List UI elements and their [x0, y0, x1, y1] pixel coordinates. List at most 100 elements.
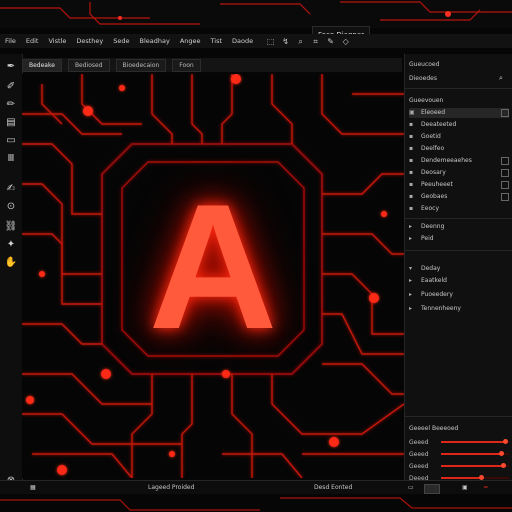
visibility-checkbox[interactable]	[501, 169, 509, 177]
circuit-board-art	[22, 74, 404, 478]
visibility-checkbox[interactable]	[501, 193, 509, 201]
slider-knob[interactable]	[500, 463, 506, 468]
chevron-right-icon: ▸	[409, 223, 413, 230]
slider-track[interactable]	[441, 475, 509, 480]
slider-row[interactable]: Geeed	[409, 462, 509, 470]
search-icon[interactable]: ⌕	[296, 37, 305, 46]
layer-thumb-icon: ▪	[409, 145, 414, 152]
document-tabs: Bedeake Bediosed Bioedecaion Foon	[22, 58, 402, 72]
slider-fill	[441, 441, 506, 443]
pencil-icon[interactable]: ✏	[4, 98, 18, 112]
menu-file[interactable]: File	[0, 37, 21, 45]
list-item[interactable]: ▸ Peid	[409, 234, 509, 244]
status-right: Desd Eonted	[314, 484, 353, 491]
layer-row[interactable]: ▣ Eleoeed	[409, 108, 509, 118]
list-item[interactable]: ▸ Puoeedery	[409, 290, 509, 300]
menu-image[interactable]: Angee	[175, 37, 206, 45]
right-panel: Gueucoed Dieoedes ⌕ Gueevouen ▣ Eleoeed …	[404, 54, 512, 484]
zoom-field[interactable]	[424, 484, 440, 494]
slider-track[interactable]	[441, 463, 509, 468]
section-toggle[interactable]: ▸ Deenng	[409, 222, 509, 232]
menu-bar: File Edit Vistle Desthey Sede Bleadhay A…	[0, 34, 512, 48]
bottom-circuit-art	[0, 497, 512, 511]
layers-header: Gueevouen	[409, 97, 444, 104]
dropper-icon[interactable]: ✍	[4, 182, 18, 196]
layer-row[interactable]: ▪ Dendemeeaehes	[409, 156, 509, 166]
visibility-checkbox[interactable]	[501, 157, 509, 165]
menu-view[interactable]: Vistle	[43, 37, 71, 45]
chevron-right-icon: ▸	[409, 235, 413, 242]
layer-label: Geobaes	[421, 193, 448, 200]
layers-icon[interactable]: ▤	[4, 116, 18, 130]
quick-tools: ⬚ ↯ ⌕ ⌗ ✎ ◇	[266, 37, 350, 46]
menu-edit[interactable]: Edit	[21, 37, 44, 45]
layer-label: Eeocy	[421, 205, 440, 212]
layer-thumb-icon: ▣	[409, 109, 415, 116]
save-icon[interactable]: ▣	[462, 481, 468, 495]
layer-row[interactable]: ▪ Geobaes	[409, 192, 509, 202]
layer-thumb-icon: ▪	[409, 121, 414, 128]
layer-label: Eleoeed	[421, 109, 446, 116]
menu-blend[interactable]: Bleadhay	[135, 37, 175, 45]
hand-icon[interactable]: ✋	[4, 256, 18, 270]
pen-icon[interactable]: ✒	[4, 60, 18, 74]
section-toggle[interactable]: ▾ Deday	[409, 264, 509, 274]
bottom-strip	[0, 494, 512, 512]
chevron-right-icon: ▸	[409, 305, 413, 312]
list-item[interactable]: ▸ Tennenheeny	[409, 304, 509, 314]
crop-icon[interactable]: ⌗	[311, 37, 320, 46]
slider-value: Geeed	[409, 462, 429, 470]
brush-icon[interactable]: ✐	[4, 80, 18, 94]
visibility-checkbox[interactable]	[501, 109, 509, 117]
chevron-down-icon: ▾	[409, 265, 413, 272]
layer-row[interactable]: ▪ Deelfeo	[409, 144, 509, 154]
select-icon[interactable]: ⬚	[266, 37, 275, 46]
item-label: Peid	[421, 235, 434, 242]
chevron-right-icon: ▸	[409, 291, 413, 298]
visibility-checkbox[interactable]	[501, 181, 509, 189]
layer-row[interactable]: ▪ Deeateeted	[409, 120, 509, 130]
slider-knob[interactable]	[499, 451, 505, 456]
layer-row[interactable]: ▪ Goetid	[409, 132, 509, 142]
eraser-icon[interactable]: ▭	[4, 134, 18, 148]
zoom-icon[interactable]: ⊙	[4, 200, 18, 214]
tab-3[interactable]: Foon	[172, 58, 201, 72]
brush-icon[interactable]: ✎	[326, 37, 335, 46]
menu-select[interactable]: Sede	[108, 37, 134, 45]
layer-row[interactable]: ▪ Eeocy	[409, 204, 509, 214]
layer-thumb-icon: ▪	[409, 133, 414, 140]
item-label: Eaatkeld	[421, 277, 447, 284]
top-circuit-art	[0, 1, 512, 25]
slider-track[interactable]	[441, 451, 509, 456]
layer-row[interactable]: ▪ Peeuheeet	[409, 180, 509, 190]
list-item[interactable]: ▸ Eaatkeld	[409, 276, 509, 286]
menu-help[interactable]: Daode	[227, 37, 258, 45]
menu-design[interactable]: Desthey	[71, 37, 108, 45]
tab-2[interactable]: Bioedecaion	[115, 58, 167, 72]
slider-knob[interactable]	[502, 439, 508, 444]
slider-row[interactable]: Geeed	[409, 438, 509, 446]
tab-1[interactable]: Bediosed	[67, 58, 110, 72]
layer-label: Dendemeeaehes	[421, 157, 472, 164]
slider-track[interactable]	[441, 439, 509, 444]
item-label: Puoeedery	[421, 291, 453, 298]
wand-icon[interactable]: ✦	[4, 238, 18, 252]
type-icon[interactable]: Ⅲ	[4, 152, 18, 166]
lasso-icon[interactable]: ↯	[281, 37, 290, 46]
tab-0[interactable]: Bedeake	[22, 58, 62, 72]
layer-label: Deelfeo	[421, 145, 445, 152]
divider	[405, 416, 512, 417]
layer-thumb-icon: ▪	[409, 181, 414, 188]
slider-row[interactable]: Geeed	[409, 450, 509, 458]
layer-row[interactable]: ▪ Deosary	[409, 168, 509, 178]
section-label: Deenng	[421, 223, 445, 230]
design-canvas[interactable]: A	[22, 74, 404, 478]
monitor-icon[interactable]: ▭	[408, 481, 414, 495]
divider	[405, 218, 512, 219]
layer-thumb-icon: ▪	[409, 169, 414, 176]
link-icon[interactable]: ⛓	[4, 220, 18, 234]
search-icon[interactable]: ⌕	[499, 74, 503, 83]
shape-icon[interactable]: ◇	[341, 37, 350, 46]
grid-icon[interactable]: ▦	[30, 481, 36, 495]
menu-tools[interactable]: Tist	[206, 37, 228, 45]
